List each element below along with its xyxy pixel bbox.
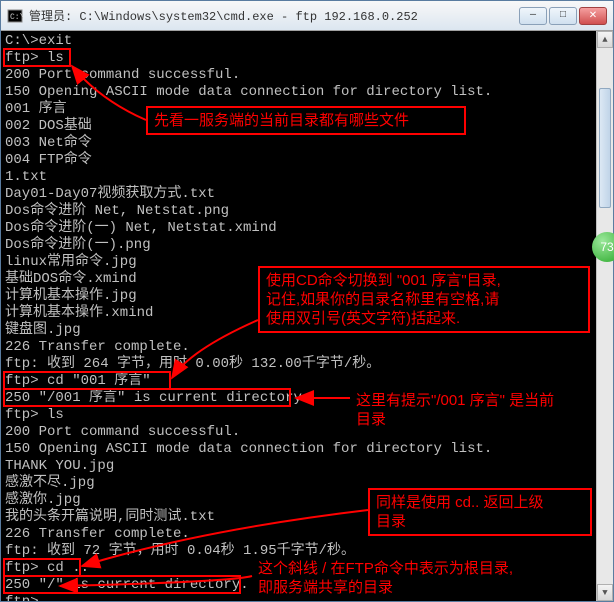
scroll-up-arrow-icon[interactable]: ▲	[597, 31, 613, 48]
minimize-button[interactable]: —	[519, 7, 547, 25]
annotation-4: 同样是使用 cd.. 返回上级 目录	[368, 488, 592, 536]
annotation-3: 这里有提示"/001 序言" 是当前 目录	[350, 388, 608, 432]
svg-text:C:\: C:\	[10, 13, 23, 22]
scroll-track[interactable]	[597, 48, 613, 584]
terminal-line: 200 Port command successful.	[5, 67, 592, 84]
terminal-line: 003 Net命令	[5, 135, 592, 152]
vertical-scrollbar[interactable]: ▲ ▼	[596, 31, 613, 601]
terminal-line: 150 Opening ASCII mode data connection f…	[5, 84, 592, 101]
terminal-line: THANK YOU.jpg	[5, 458, 592, 475]
terminal-line: ftp: 收到 264 字节，用时 0.00秒 132.00千字节/秒。	[5, 356, 592, 373]
titlebar[interactable]: C:\ 管理员: C:\Windows\system32\cmd.exe - f…	[1, 1, 613, 31]
terminal-line: 150 Opening ASCII mode data connection f…	[5, 441, 592, 458]
close-button[interactable]: ✕	[579, 7, 607, 25]
terminal-line: C:\>exit	[5, 33, 592, 50]
green-badge: 73	[592, 232, 614, 262]
terminal-line: 004 FTP命令	[5, 152, 592, 169]
annotation-5: 这个斜线 / 在FTP命令中表示为根目录, 即服务端共享的目录	[252, 556, 610, 600]
terminal-line: Dos命令进阶(一).png	[5, 237, 592, 254]
terminal-line: ftp> ls	[5, 50, 592, 67]
terminal-line: Day01-Day07视频获取方式.txt	[5, 186, 592, 203]
scroll-thumb[interactable]	[599, 88, 611, 208]
terminal-line: Dos命令进阶 Net, Netstat.png	[5, 203, 592, 220]
terminal-line: 226 Transfer complete.	[5, 339, 592, 356]
terminal-line: Dos命令进阶(一) Net, Netstat.xmind	[5, 220, 592, 237]
window-buttons: — □ ✕	[519, 7, 607, 25]
annotation-1: 先看一服务端的当前目录都有哪些文件	[146, 106, 466, 135]
cmd-icon: C:\	[7, 8, 23, 24]
window-title: 管理员: C:\Windows\system32\cmd.exe - ftp 1…	[29, 7, 519, 24]
maximize-button[interactable]: □	[549, 7, 577, 25]
annotation-2: 使用CD命令切换到 "001 序言"目录, 记住,如果你的目录名称里有空格,请 …	[258, 266, 590, 333]
terminal-line: 1.txt	[5, 169, 592, 186]
